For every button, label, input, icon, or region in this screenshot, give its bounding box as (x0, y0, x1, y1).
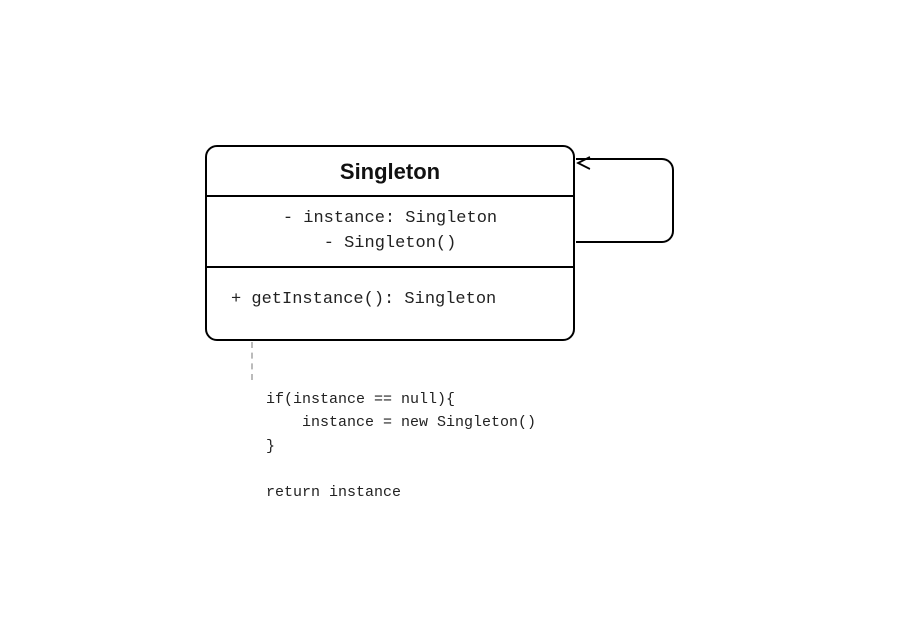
class-attribute: - instance: Singleton (207, 207, 573, 232)
arrow-head-icon (576, 151, 591, 177)
class-methods-section: + getInstance(): Singleton (207, 268, 573, 339)
uml-class-box: Singleton - instance: Singleton - Single… (205, 145, 575, 341)
class-constructor: - Singleton() (207, 232, 573, 257)
class-name: Singleton (207, 147, 573, 197)
class-attributes-section: - instance: Singleton - Singleton() (207, 197, 573, 268)
diagram-canvas: Singleton - instance: Singleton - Single… (0, 0, 910, 630)
pseudocode-note: if(instance == null){ instance = new Sin… (266, 388, 536, 504)
note-connector (251, 342, 253, 380)
class-method: + getInstance(): Singleton (231, 290, 496, 309)
